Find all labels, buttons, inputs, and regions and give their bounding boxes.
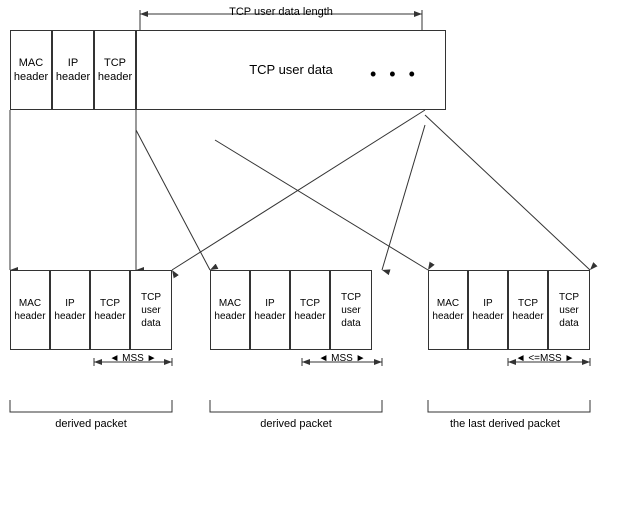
b1-tcp-header: TCPheader (90, 270, 130, 350)
b1-tcp-data: TCPuserdata (130, 270, 172, 350)
b3-mac-header: MACheader (428, 270, 468, 350)
b1-ip-header: IPheader (50, 270, 90, 350)
top-ip-header: IP header (52, 30, 94, 110)
tcp-data-length-label: TCP user data length (140, 6, 422, 18)
b2-tcp-header: TCPheader (290, 270, 330, 350)
b3-tcp-header: TCPheader (508, 270, 548, 350)
dots-top: • • • (370, 64, 419, 85)
bottom-packet-2: MACheader IPheader TCPheader TCPuserdata (210, 270, 372, 350)
derived-label-3: the last derived packet (420, 418, 590, 430)
b3-ip-header: IPheader (468, 270, 508, 350)
top-tcp-header: TCP header (94, 30, 136, 110)
b3-tcp-data: TCPuserdata (548, 270, 590, 350)
top-mac-header: MAC header (10, 30, 52, 110)
b1-mac-header: MACheader (10, 270, 50, 350)
b2-mac-header: MACheader (210, 270, 250, 350)
mss-label-2: ◄ MSS ► (302, 353, 382, 364)
derived-label-2: derived packet (210, 418, 382, 430)
mss-label-3: ◄ <=MSS ► (500, 353, 590, 364)
bottom-packet-1: MACheader IPheader TCPheader TCPuserdata (10, 270, 172, 350)
tcp-segmentation-diagram: TCP user data length MAC header IP heade… (0, 0, 629, 506)
b2-ip-header: IPheader (250, 270, 290, 350)
mss-label-1: ◄ MSS ► (94, 353, 172, 364)
bottom-packet-3: MACheader IPheader TCPheader TCPuserdata (428, 270, 590, 350)
b2-tcp-data: TCPuserdata (330, 270, 372, 350)
derived-label-1: derived packet (10, 418, 172, 430)
